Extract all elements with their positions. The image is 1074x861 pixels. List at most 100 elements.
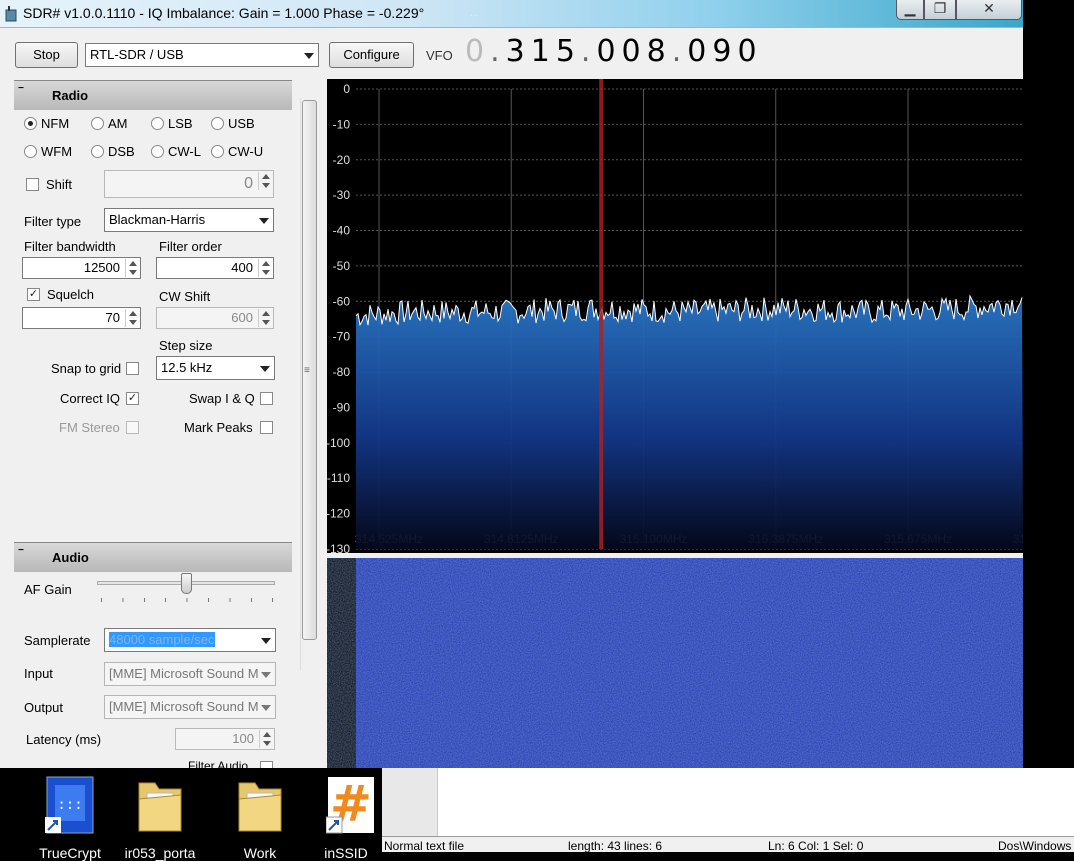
mark-peaks-checkbox[interactable] [260,421,273,434]
cw-shift-input[interactable]: 600 [156,307,274,329]
close-button[interactable]: ✕ [956,0,1022,20]
maximize-button[interactable]: ❐ [924,0,956,20]
input-device-select[interactable]: [MME] Microsoft Sound M [104,662,276,686]
filter-bandwidth-input[interactable]: 12500 [22,257,141,279]
configure-button[interactable]: Configure [329,42,414,68]
minimize-icon: ▁ [904,0,916,16]
inssid-icon: # [326,775,374,834]
collapse-icon[interactable]: − [18,546,24,556]
latency-input[interactable]: 100 [175,728,275,750]
vfo-separator: . [671,34,688,69]
mode-radio-wfm[interactable]: WFM [24,144,72,159]
device-select[interactable]: RTL-SDR / USB [85,43,319,67]
correct-iq-checkbox[interactable]: ✓ [126,392,139,405]
status-eol: Dos\Windows [998,839,1072,853]
waterfall-noise [356,558,1023,768]
mark-peaks-label: Mark Peaks [184,420,253,435]
af-gain-label: AF Gain [24,582,72,597]
radio-dot [91,145,104,158]
filter-order-input[interactable]: 400 [156,257,274,279]
vfo-frequency-display[interactable]: 0.315.008.090 [465,34,763,69]
filter-order-value: 400 [231,260,253,275]
vfo-digit-lead[interactable]: 0 [465,34,490,69]
mode-radio-am[interactable]: AM [91,116,128,131]
output-label: Output [24,700,64,715]
spin-arrows-icon[interactable] [125,309,139,327]
mode-radio-usb[interactable]: USB [211,116,255,131]
shift-checkbox[interactable] [26,178,39,191]
mode-label: AM [108,116,128,131]
mode-radio-nfm[interactable]: NFM [24,116,69,131]
stop-button[interactable]: Stop [15,42,78,68]
mode-label: WFM [41,144,73,159]
y-tick-label: -50 [333,259,351,273]
samplerate-select[interactable]: 48000 sample/sec [104,628,276,652]
desktop-icon-label: TrueCrypt [39,845,101,861]
radio-dot [24,117,37,130]
truecrypt-icon: ::: [45,776,94,834]
radio-section-header[interactable]: − Radio [14,80,292,110]
spectrum-analyzer[interactable]: 0 -10 -20 -30 -40 -50 -60 -70 -80 -90 -100 -110 -120… [326,79,1074,556]
filter-type-label: Filter type [24,214,82,229]
y-tick-label: -80 [333,365,351,379]
y-tick-label: 0 [343,82,350,96]
chevron-down-icon [261,672,271,678]
spin-arrows-icon[interactable] [125,259,139,277]
chevron-down-icon [261,638,271,644]
squelch-input[interactable]: 70 [22,307,141,329]
radio-dot [211,117,224,130]
device-select-value: RTL-SDR / USB [90,47,184,62]
filter-bandwidth-label: Filter bandwidth [24,239,116,254]
status-cursor: Ln: 6 Col: 1 Sel: 0 [768,839,864,853]
vfo-digit-group-mhz[interactable]: 315 [506,34,581,69]
filter-audio-checkbox[interactable] [260,761,273,768]
window-title: SDR# v1.0.0.1110 - IQ Imbalance: Gain = … [23,5,425,21]
snap-to-grid-checkbox[interactable] [126,362,139,375]
y-tick-label: -60 [333,294,351,308]
mode-label: NFM [41,116,70,131]
spectrum-chart[interactable]: 0 -10 -20 -30 -40 -50 -60 -70 -80 -90 -100 -110 -120… [326,79,1074,556]
squelch-label: Squelch [47,287,94,302]
shift-input[interactable]: 0 [104,170,274,198]
main-window: Stop RTL-SDR / USB Configure VFO 0.315.0… [0,28,1074,768]
vfo-digit-group-hz[interactable]: 090 [687,34,762,69]
swap-iq-checkbox[interactable] [260,392,273,405]
mode-label: CW-U [228,144,264,159]
spin-arrows-icon[interactable] [259,730,273,748]
filter-audio-label: Filter Audio [188,760,249,768]
latency-label: Latency (ms) [26,732,102,747]
editor-tab[interactable] [382,768,438,836]
background-editor-window[interactable]: Normal text file length: 43 lines: 6 Ln:… [382,768,1074,853]
waterfall-display[interactable] [327,558,1056,768]
waterfall-chart [356,558,1056,768]
collapse-icon[interactable]: − [18,84,24,94]
squelch-checkbox[interactable]: ✓ [27,288,40,301]
step-size-select[interactable]: 12.5 kHz [156,356,275,380]
filter-type-select[interactable]: Blackman-Harris [104,208,274,232]
radio-dot [151,117,164,130]
y-tick-label: -120 [327,507,350,521]
y-tick-label: -30 [333,188,351,202]
fm-stereo-checkbox[interactable] [126,421,139,434]
spin-arrows-icon[interactable] [258,309,272,327]
y-tick-label: -110 [327,471,350,485]
vfo-digit-group-khz[interactable]: 008 [596,34,671,69]
output-device-select[interactable]: [MME] Microsoft Sound M [104,695,276,719]
background-window-title: ... [470,8,479,19]
mode-radio-dsb[interactable]: DSB [91,144,135,159]
minimize-button[interactable]: ▁ [896,0,924,20]
mode-radio-cwl[interactable]: CW-L [151,144,201,159]
af-gain-slider-thumb[interactable] [181,573,193,594]
mode-radio-lsb[interactable]: LSB [151,116,193,131]
radio-dot [151,145,164,158]
title-bar[interactable]: SDR# v1.0.0.1110 - IQ Imbalance: Gain = … [0,0,1023,28]
audio-section-header[interactable]: − Audio [14,542,292,572]
audio-section-title: Audio [52,550,89,565]
mode-radio-cwu[interactable]: CW-U [211,144,263,159]
spin-arrows-icon[interactable] [258,172,272,190]
filter-type-value: Blackman-Harris [109,212,206,227]
vfo-separator: . [580,34,597,69]
splitter-grip-icon[interactable]: ≡ [304,365,310,376]
spin-arrows-icon[interactable] [258,259,272,277]
filter-order-label: Filter order [159,239,222,254]
